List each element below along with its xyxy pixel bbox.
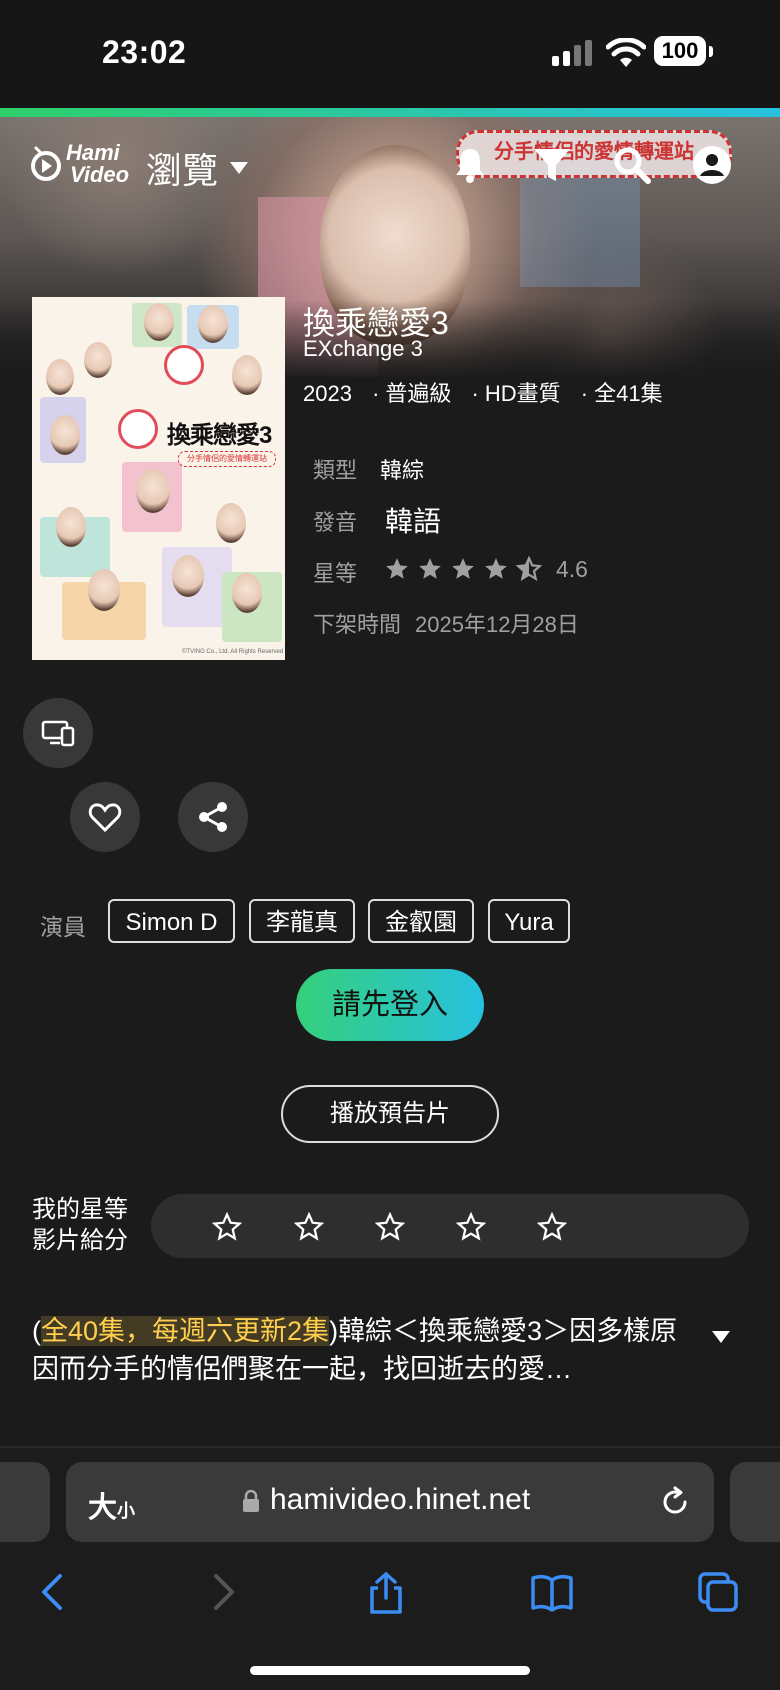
star-half-icon — [516, 556, 542, 581]
star-rating — [384, 556, 549, 582]
bookmarks-icon[interactable] — [530, 1570, 574, 1614]
previous-tab-preview[interactable] — [0, 1462, 50, 1542]
my-rating-label: 我的星等 影片給分 — [32, 1196, 128, 1254]
genre-value: 韓綜 — [380, 458, 425, 483]
genre-label: 類型 — [313, 458, 358, 483]
next-tab-preview[interactable] — [730, 1462, 780, 1542]
battery-level: 100 — [654, 36, 706, 66]
show-description: (全40集，每週六更新2集)韓綜＜換乘戀愛3＞因多樣原因而分手的情侶們聚在一起，… — [32, 1316, 678, 1384]
audio-value: 韓語 — [385, 506, 442, 537]
star-outline-icon[interactable] — [294, 1212, 324, 1242]
star-filled-icon — [419, 558, 441, 579]
account-icon[interactable] — [692, 145, 732, 185]
browse-menu[interactable]: 瀏覽 — [146, 142, 218, 194]
login-button[interactable]: 請先登入 — [296, 969, 484, 1041]
logo-text: Hami Video — [66, 140, 130, 187]
star-outline-icon[interactable] — [375, 1212, 405, 1242]
star-filled-icon — [452, 558, 474, 579]
cast-device-button[interactable] — [23, 698, 93, 768]
expand-description-icon[interactable] — [712, 1331, 730, 1343]
play-trailer-button[interactable]: 播放預告片 — [281, 1085, 499, 1143]
status-time: 23:02 — [102, 34, 187, 70]
share-button[interactable] — [178, 782, 248, 852]
show-meta: 2023 · 普遍級 · HD畫質 · 全41集 — [303, 381, 663, 406]
lock-icon — [243, 1489, 259, 1512]
poster-copyright: ©TVING Co., Ltd. All Rights Reserved — [182, 649, 284, 655]
actor-chip[interactable]: Yura — [488, 899, 570, 943]
star-outline-icon[interactable] — [456, 1212, 486, 1242]
share-sheet-icon[interactable] — [364, 1570, 408, 1614]
audio-label: 發音 — [313, 510, 358, 535]
user-rating-bar — [151, 1194, 749, 1258]
star-filled-icon — [485, 558, 507, 579]
reload-icon[interactable] — [658, 1485, 692, 1519]
forward-icon[interactable] — [200, 1570, 244, 1614]
show-subtitle: EXchange 3 — [303, 336, 423, 361]
rating-value: 4.6 — [556, 556, 588, 582]
actor-chip[interactable]: 金叡園 — [368, 899, 474, 943]
star-filled-icon — [386, 558, 408, 579]
description-highlight: 全40集，每週六更新2集 — [41, 1316, 330, 1346]
actor-chip[interactable]: 李龍真 — [249, 899, 355, 943]
show-poster: 換乘戀愛3 分手情侶的愛情轉運站 ©TVING Co., Ltd. All Ri… — [32, 297, 285, 660]
cellular-signal-icon — [552, 40, 592, 66]
loading-progress-bar — [0, 108, 780, 117]
search-icon[interactable] — [612, 145, 652, 185]
back-icon[interactable] — [32, 1570, 76, 1614]
devices-icon — [41, 720, 75, 747]
bell-icon[interactable] — [450, 145, 490, 185]
stars-label: 星等 — [313, 561, 358, 586]
tabs-icon[interactable] — [696, 1570, 740, 1614]
actors-label: 演員 — [40, 914, 86, 940]
wifi-icon — [606, 38, 646, 67]
actor-chip[interactable]: Simon D — [108, 899, 235, 943]
poster-subtitle: 分手情侶的愛情轉運站 — [178, 451, 276, 467]
heart-icon — [88, 803, 122, 833]
star-outline-icon[interactable] — [537, 1212, 567, 1242]
filter-icon[interactable] — [532, 145, 572, 185]
poster-title: 換乘戀愛3 — [167, 422, 272, 449]
text-size-button[interactable]: 大小 — [88, 1484, 135, 1526]
hero-sign: 分手情侶的愛情轉運站 — [456, 130, 732, 178]
share-icon — [199, 802, 227, 832]
favorite-button[interactable] — [70, 782, 140, 852]
url-text[interactable]: hamivideo.hinet.net — [270, 1483, 530, 1517]
battery-icon: 100 — [654, 36, 714, 68]
expire-info: 下架時間 2025年12月28日 — [313, 612, 579, 637]
chevron-down-icon[interactable] — [230, 162, 248, 174]
home-indicator — [250, 1666, 530, 1675]
star-outline-icon[interactable] — [212, 1212, 242, 1242]
